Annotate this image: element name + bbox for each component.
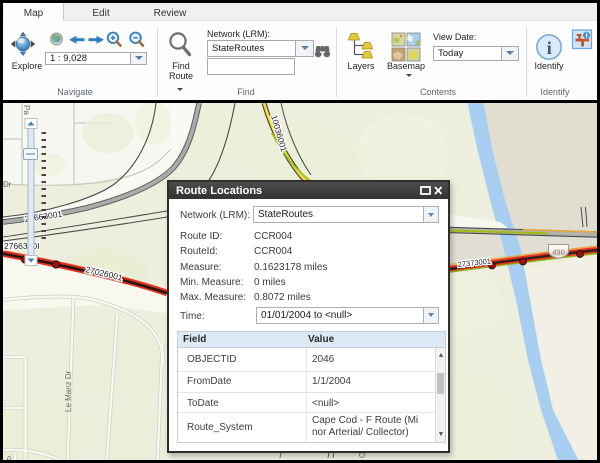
svg-text:490: 490 xyxy=(552,248,565,257)
svg-text:Pa: Pa xyxy=(22,105,31,115)
svg-text:i: i xyxy=(547,38,552,58)
svg-text:Le Manz Dr: Le Manz Dr xyxy=(64,370,73,412)
svg-text:Dr: Dr xyxy=(3,180,12,189)
